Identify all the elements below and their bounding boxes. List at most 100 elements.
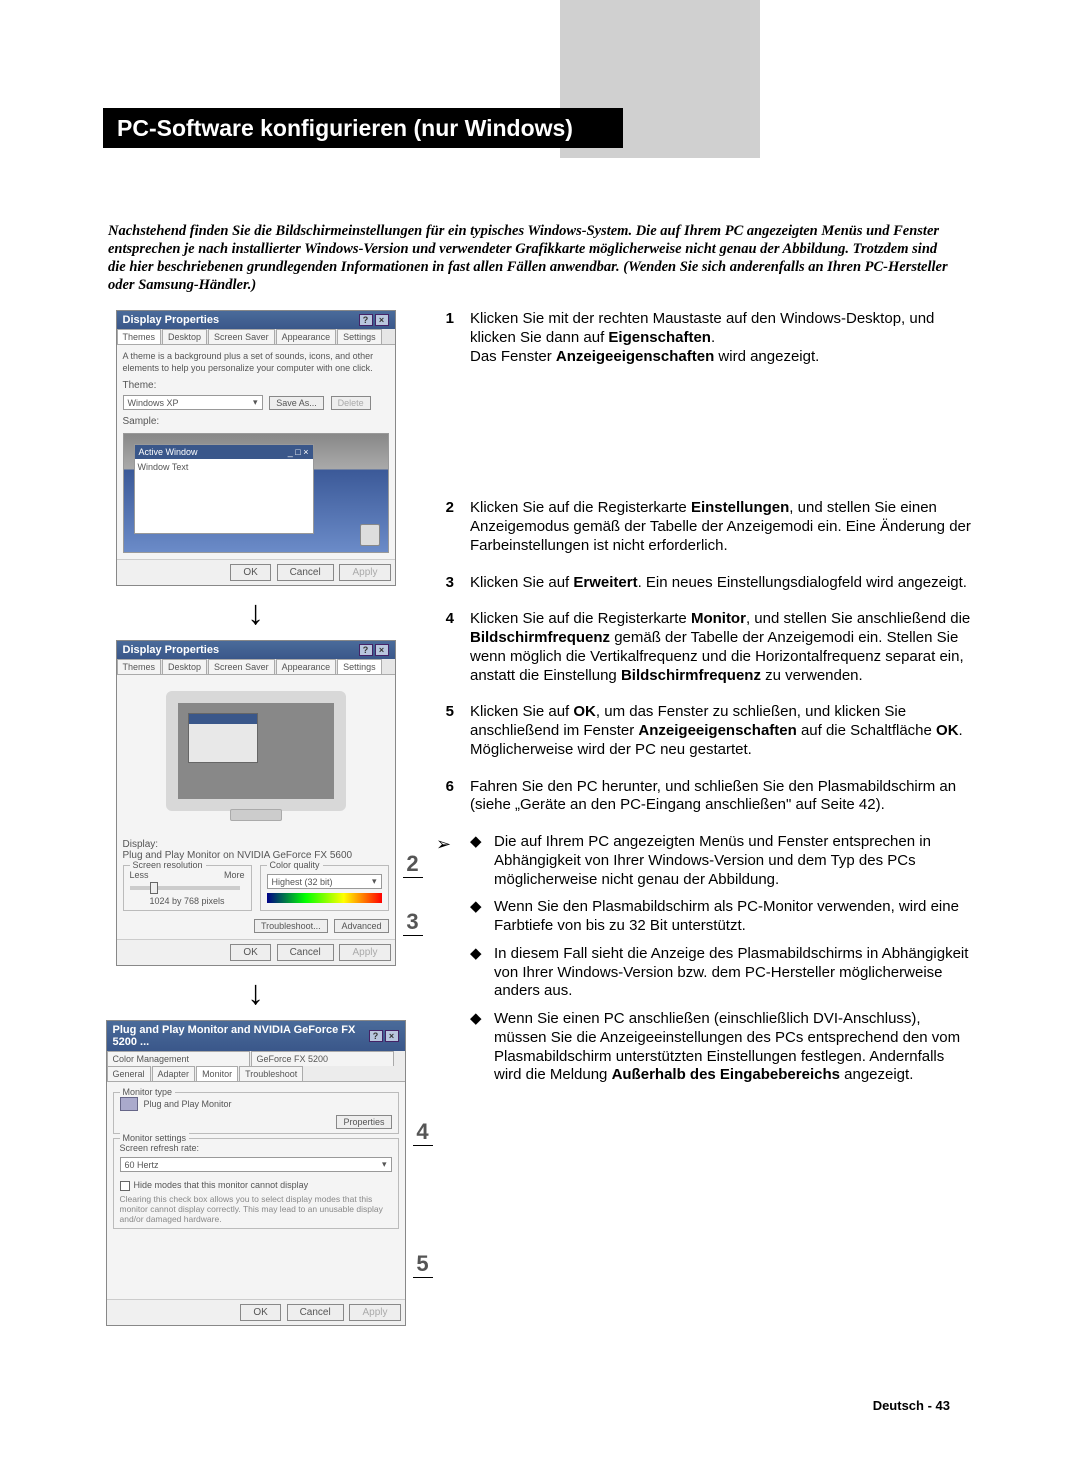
step-number: 4 [436,610,454,685]
step-4: 4 Klicken Sie auf die Registerkarte Moni… [436,610,973,685]
resolution-slider[interactable] [130,886,240,890]
cancel-button[interactable]: Cancel [287,1304,344,1321]
step-number: 5 [436,703,454,759]
tab-screensaver[interactable]: Screen Saver [208,329,275,344]
step-number: 2 [436,499,454,555]
chevron-down-icon: ▾ [253,397,258,408]
tab-themes[interactable]: Themes [117,329,162,344]
window-title: Display Properties [123,314,220,326]
step-2: 2 Klicken Sie auf die Registerkarte Eins… [436,499,973,555]
tab-screensaver[interactable]: Screen Saver [208,659,275,674]
monitor-settings-legend: Monitor settings [120,1133,190,1143]
ok-button[interactable]: OK [240,1304,280,1321]
window-title: Plug and Play Monitor and NVIDIA GeForce… [113,1024,369,1048]
apply-button: Apply [349,1304,400,1321]
color-quality-dropdown[interactable]: Highest (32 bit)▾ [267,874,382,889]
tab-troubleshoot[interactable]: Troubleshoot [239,1066,303,1081]
step-5: 5 Klicken Sie auf OK, um das Fenster zu … [436,703,973,759]
hide-modes-checkbox[interactable] [120,1181,130,1191]
hide-modes-description: Clearing this check box allows you to se… [120,1194,392,1224]
tab-settings[interactable]: Settings [337,329,382,344]
theme-dropdown[interactable]: Windows XP▾ [123,395,263,410]
close-icon: × [375,644,389,656]
color-quality-legend: Color quality [267,860,323,870]
help-icon: ? [359,644,373,656]
screenshot-display-properties-settings: 2 3 Display Properties ?× Themes Desktop… [116,640,396,966]
screenshot-display-properties-themes: Display Properties ?× Themes Desktop Scr… [116,310,396,586]
step-1: 1 Klicken Sie mit der rechten Maustaste … [436,310,973,366]
down-arrow-icon: ↓ [247,976,264,1010]
sample-window-title: Active Window [139,447,198,457]
tab-geforce[interactable]: GeForce FX 5200 [251,1051,394,1066]
tab-themes[interactable]: Themes [117,659,162,674]
ok-button[interactable]: OK [230,944,270,961]
hide-modes-label: Hide modes that this monitor cannot disp… [134,1180,309,1190]
callout-4: 4 [413,1119,433,1146]
down-arrow-icon: ↓ [247,596,264,630]
theme-label: Theme: [123,380,389,391]
properties-button[interactable]: Properties [336,1115,391,1129]
note-text: Wenn Sie einen PC anschließen (einschlie… [494,1010,973,1085]
step-number: 3 [436,574,454,593]
tab-desktop[interactable]: Desktop [162,659,207,674]
troubleshoot-button[interactable]: Troubleshoot... [254,919,328,933]
intro-paragraph: Nachstehend finden Sie die Bildschirmein… [108,222,958,295]
bullet-icon: ◆ [470,945,484,1001]
callout-5: 5 [413,1251,433,1278]
tab-desktop[interactable]: Desktop [162,329,207,344]
chevron-down-icon: ▾ [372,876,377,887]
callout-3: 3 [403,909,423,936]
theme-description: A theme is a background plus a set of so… [123,351,389,374]
tab-monitor[interactable]: Monitor [196,1066,238,1081]
bullet-icon: ◆ [470,1010,484,1085]
note-text: Die auf Ihrem PC angezeigten Menüs und F… [494,833,973,889]
tab-general[interactable]: General [107,1066,151,1081]
step-number: 1 [436,310,454,366]
apply-button: Apply [339,944,390,961]
close-icon: × [375,314,389,326]
tab-color-management[interactable]: Color Management [107,1051,250,1066]
tab-appearance[interactable]: Appearance [276,329,337,344]
page-footer: Deutsch - 43 [873,1398,950,1413]
tab-strip: Themes Desktop Screen Saver Appearance S… [117,329,395,345]
note-arrow-icon: ➢ [436,833,460,1094]
bullet-icon: ◆ [470,833,484,889]
tab-appearance[interactable]: Appearance [276,659,337,674]
save-as-button[interactable]: Save As... [269,396,324,410]
monitor-type-legend: Monitor type [120,1087,176,1097]
chevron-down-icon: ▾ [382,1159,387,1170]
monitor-icon [120,1097,138,1111]
page-title: PC-Software konfigurieren (nur Windows) [103,108,623,148]
step-number: 6 [436,778,454,816]
screenshot-monitor-properties: 4 5 Plug and Play Monitor and NVIDIA GeF… [106,1020,406,1326]
tab-adapter[interactable]: Adapter [152,1066,196,1081]
monitor-type-value: Plug and Play Monitor [144,1099,232,1109]
monitor-preview [166,691,346,811]
color-bar [267,893,382,903]
help-icon: ? [369,1030,383,1042]
recycle-bin-icon [360,524,380,546]
sample-window-text: Window Text [135,459,313,529]
delete-button: Delete [331,396,371,410]
note-text: In diesem Fall sieht die Anzeige des Pla… [494,945,973,1001]
window-title: Display Properties [123,644,220,656]
cancel-button[interactable]: Cancel [277,944,334,961]
resolution-value: 1024 by 768 pixels [130,896,245,906]
help-icon: ? [359,314,373,326]
notes-section: ➢ ◆Die auf Ihrem PC angezeigten Menüs un… [436,833,973,1094]
ok-button[interactable]: OK [230,564,270,581]
more-label: More [224,870,245,880]
cancel-button[interactable]: Cancel [277,564,334,581]
bullet-icon: ◆ [470,898,484,936]
tab-settings[interactable]: Settings [337,659,382,674]
display-label: Display: [123,839,389,850]
refresh-rate-label: Screen refresh rate: [120,1143,392,1153]
sample-preview: Active Window_ □ × Window Text [123,433,389,553]
close-icon: × [385,1030,399,1042]
advanced-button[interactable]: Advanced [334,919,388,933]
refresh-rate-dropdown[interactable]: 60 Hertz▾ [120,1157,392,1172]
callout-2: 2 [403,851,423,878]
step-6: 6 Fahren Sie den PC herunter, und schlie… [436,778,973,816]
note-text: Wenn Sie den Plasmabildschirm als PC-Mon… [494,898,973,936]
sample-label: Sample: [123,416,389,427]
